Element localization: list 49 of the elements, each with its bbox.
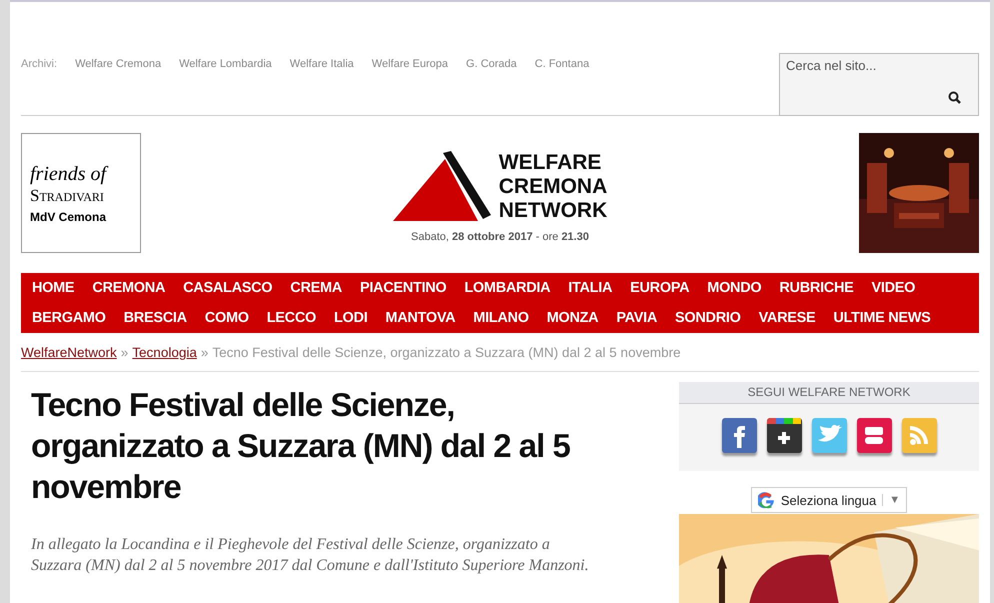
language-select[interactable]: Seleziona lingua ▼ [750, 487, 908, 513]
nav-link[interactable]: MANTOVA [385, 310, 456, 326]
search-field[interactable]: Cerca nel sito... [779, 53, 979, 116]
nav-link[interactable]: ITALIA [568, 280, 612, 296]
archive-label: Archivi: [21, 58, 58, 72]
nav-link[interactable]: CREMONA [92, 280, 166, 296]
archive-link[interactable]: Welfare Europa [372, 58, 448, 115]
search-icon[interactable] [948, 91, 961, 104]
archive-link[interactable]: Welfare Cremona [75, 58, 162, 115]
nav-link[interactable]: VARESE [758, 310, 816, 326]
logo-icon[interactable] [392, 151, 493, 223]
nav-link[interactable]: MONDO [707, 280, 762, 296]
nav-link[interactable]: BERGAMO [32, 310, 106, 326]
breadcrumb-separator: » [200, 345, 208, 360]
nav-link[interactable]: RUBRICHE [779, 280, 854, 296]
section-heading: SEGUI WELFARE NETWORK [679, 382, 979, 404]
nav-link[interactable]: HOME [32, 280, 74, 296]
archive-link[interactable]: G. Corada [466, 58, 517, 115]
nav-link[interactable]: BRESCIA [124, 310, 187, 326]
nav-link[interactable]: LOMBARDIA [464, 280, 550, 296]
plus-icon[interactable] [766, 418, 802, 453]
nav-link[interactable]: CREMA [290, 280, 342, 296]
nav-link[interactable]: MONZA [546, 310, 598, 326]
archive-link[interactable]: Welfare Lombardia [179, 58, 272, 115]
nav-link[interactable]: LECCO [266, 310, 316, 326]
breadcrumb-link[interactable]: WelfareNetwork [21, 345, 117, 360]
nav-link[interactable]: PIACENTINO [360, 280, 446, 296]
google-icon [758, 492, 775, 508]
date-line: Sabato, 28 ottobre 2017 - ore 21.30 [411, 231, 589, 243]
article-summary: In allegato la Locandina e il Pieghevole del Festival delle Scienze, organizzato a Suzzara (MN) dal 2 al 5 novembre 2017 dal Comune e dall'Istituto Superiore Manzoni. [31, 535, 590, 576]
breadcrumb-link[interactable]: Tecnologia [132, 345, 197, 360]
archive-link[interactable]: Welfare Italia [290, 58, 354, 115]
nav-link[interactable]: ULTIME NEWS [833, 310, 930, 326]
archive-link[interactable]: C. Fontana [534, 58, 590, 115]
nav-link[interactable]: VIDEO [872, 280, 916, 296]
breadcrumb-separator: » [120, 345, 128, 360]
nav-link[interactable]: COMO [204, 310, 249, 326]
sponsor-banner[interactable]: friends of Stradivari MdV Cemona [21, 133, 141, 253]
nav-link[interactable]: MILANO [473, 310, 529, 326]
nav-link[interactable]: SONDRIO [675, 310, 741, 326]
nav-link[interactable]: CASALASCO [183, 280, 272, 296]
nav-link[interactable]: EUROPA [630, 280, 690, 296]
site-logo-text[interactable]: WELFARE CREMONA NETWORK [498, 151, 608, 223]
facebook-icon[interactable] [722, 418, 756, 453]
nav-link[interactable]: LODI [334, 310, 368, 326]
breadcrumb-current: Tecno Festival delle Scienze, organizzato a Suzzara (MN) dal 2 al 5 novembre [212, 345, 681, 360]
video-icon[interactable] [856, 418, 892, 453]
article-title: Tecno Festival delle Scienze, organizzato a Suzzara (MN) dal 2 al 5 novembre [31, 385, 571, 507]
nav-link[interactable]: PAVIA [616, 310, 658, 326]
